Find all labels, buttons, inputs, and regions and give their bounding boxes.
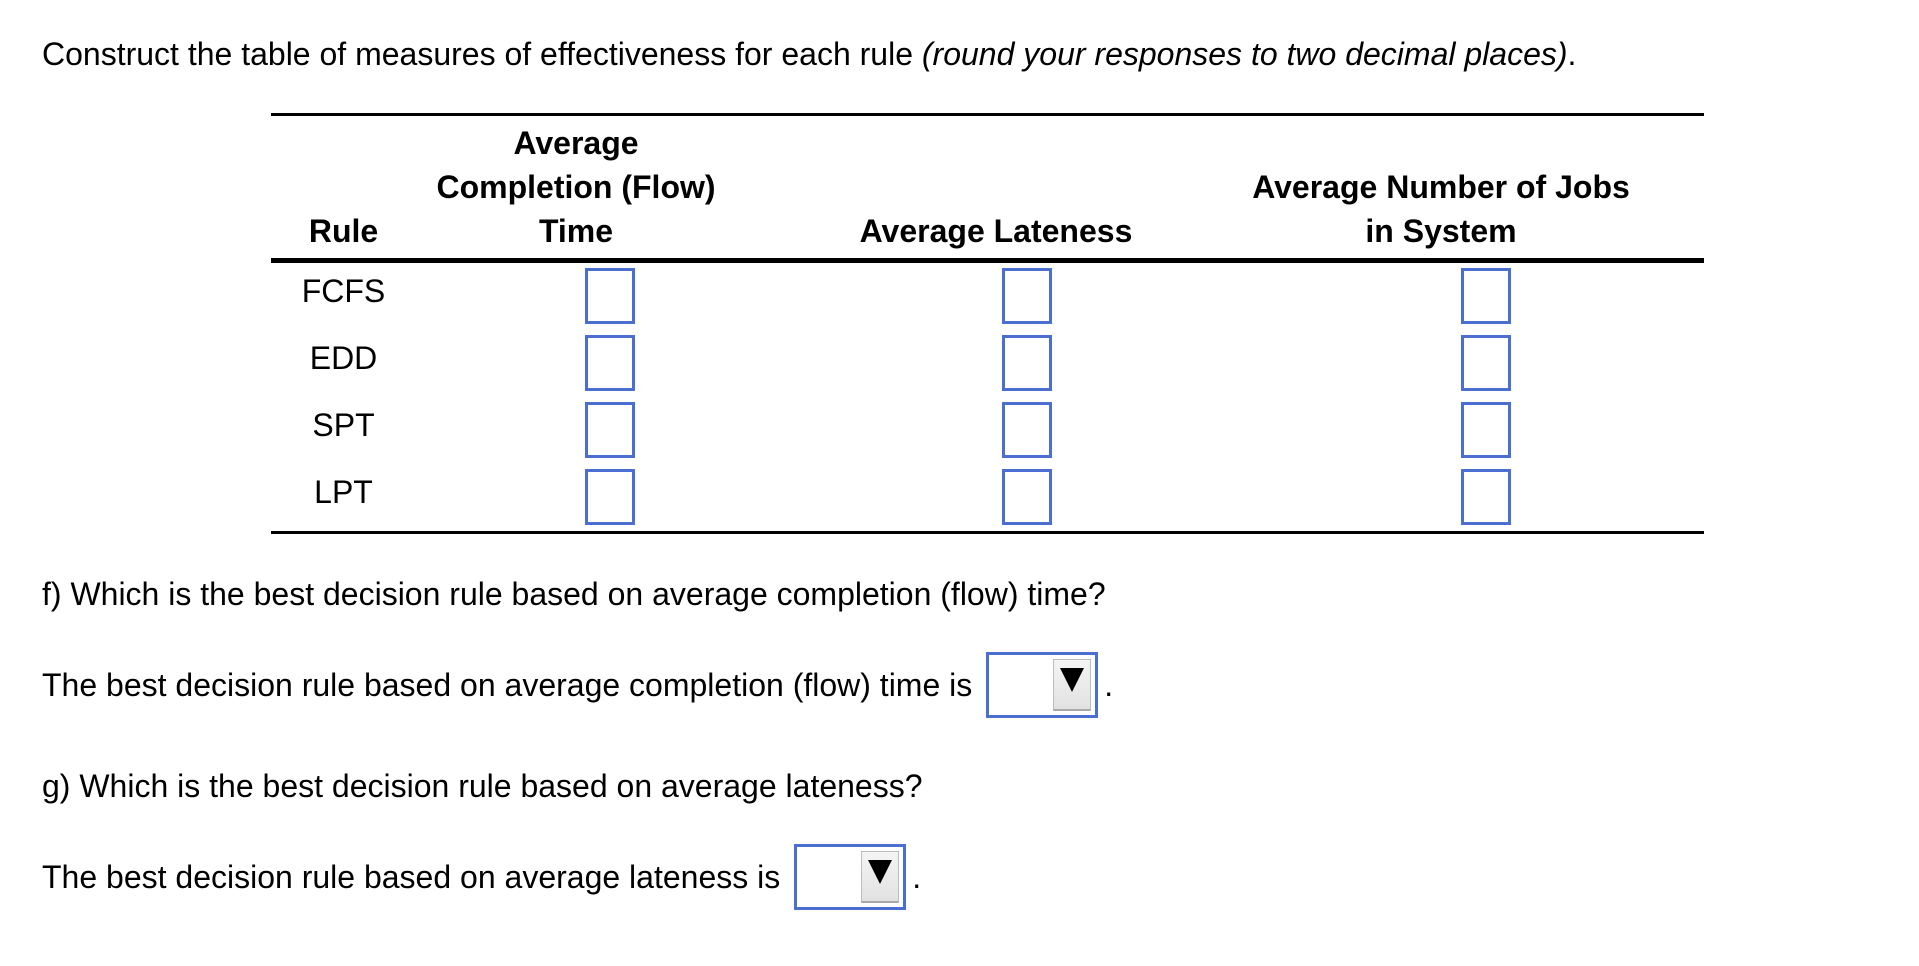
question-f-answer-text: The best decision rule based on average … xyxy=(42,667,973,703)
header-line: Average xyxy=(513,125,639,161)
lpt-lateness-input[interactable] xyxy=(1002,469,1052,525)
header-avg-jobs-in-system: Average Number of Jobs in System xyxy=(1201,165,1681,253)
header-rule: Rule xyxy=(308,213,379,249)
edd-flow-time-input[interactable] xyxy=(585,335,635,391)
header-line: Time xyxy=(538,213,614,249)
table-bottom-rule xyxy=(271,531,1704,534)
fcfs-jobs-in-system-input[interactable] xyxy=(1461,268,1511,324)
spt-lateness-input[interactable] xyxy=(1002,402,1052,458)
dropdown-button[interactable] xyxy=(861,851,900,903)
spt-flow-time-input[interactable] xyxy=(585,402,635,458)
best-rule-flow-time-dropdown[interactable] xyxy=(986,652,1099,718)
row-label-edd: EDD xyxy=(309,340,378,376)
triangle-down-icon xyxy=(1060,668,1085,692)
instruction-main: Construct the table of measures of effec… xyxy=(42,36,922,72)
row-label-spt: SPT xyxy=(312,407,375,443)
question-g-prompt: g) Which is the best decision rule based… xyxy=(42,768,923,804)
table-top-rule xyxy=(271,113,1704,116)
header-line: in System xyxy=(1365,213,1517,249)
spt-jobs-in-system-input[interactable] xyxy=(1461,402,1511,458)
lpt-jobs-in-system-input[interactable] xyxy=(1461,469,1511,525)
question-g-answer: The best decision rule based on average … xyxy=(42,844,921,910)
row-label-fcfs: FCFS xyxy=(301,273,386,309)
row-label-lpt: LPT xyxy=(314,474,373,510)
edd-lateness-input[interactable] xyxy=(1002,335,1052,391)
header-avg-completion-time: Average Completion (Flow) Time xyxy=(426,121,726,253)
instruction-text: Construct the table of measures of effec… xyxy=(42,34,1576,74)
header-avg-lateness: Average Lateness xyxy=(859,213,1133,249)
instruction-note: (round your responses to two decimal pla… xyxy=(921,36,1568,72)
sentence-end: . xyxy=(912,859,922,895)
header-line: Completion (Flow) xyxy=(436,169,716,205)
header-line: Average Number of Jobs xyxy=(1252,169,1630,205)
fcfs-lateness-input[interactable] xyxy=(1002,268,1052,324)
best-rule-lateness-dropdown[interactable] xyxy=(794,844,907,910)
question-f-answer: The best decision rule based on average … xyxy=(42,652,1113,718)
triangle-down-icon xyxy=(868,860,893,884)
question-g-answer-text: The best decision rule based on average … xyxy=(42,859,781,895)
question-f-prompt: f) Which is the best decision rule based… xyxy=(42,576,1106,612)
page: Construct the table of measures of effec… xyxy=(0,0,1919,966)
dropdown-button[interactable] xyxy=(1053,659,1092,711)
edd-jobs-in-system-input[interactable] xyxy=(1461,335,1511,391)
sentence-end: . xyxy=(1104,667,1114,703)
instruction-end: . xyxy=(1567,36,1577,72)
fcfs-flow-time-input[interactable] xyxy=(585,268,635,324)
lpt-flow-time-input[interactable] xyxy=(585,469,635,525)
table-header-rule xyxy=(271,258,1704,263)
